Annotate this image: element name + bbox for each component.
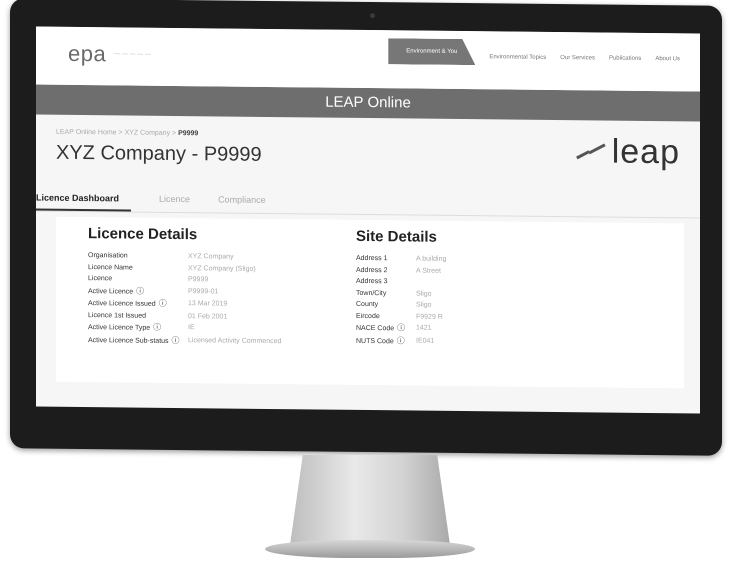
site-label: Address 2 [356, 266, 388, 274]
site-value: A building [416, 255, 447, 263]
site-value: A Street [416, 267, 441, 275]
site-value: F9929 R [416, 313, 443, 321]
site-label: NUTS Code ⓘ [356, 335, 405, 345]
site-value: Sligo [416, 290, 432, 298]
tab-licence[interactable]: Licence [159, 188, 190, 212]
monitor-stand [290, 455, 450, 545]
nav-publications[interactable]: Publications [609, 56, 641, 62]
site-details-section: Site Details Address 1 A building Address… [356, 228, 446, 348]
site-value: 1421 [416, 324, 432, 332]
breadcrumb-company[interactable]: XYZ Company [125, 129, 171, 136]
breadcrumb: LEAP Online Home > XYZ Company > P9999 [56, 128, 199, 138]
site-label: Town/City [356, 289, 387, 297]
site-label: NACE Code ⓘ [356, 323, 406, 333]
main-nav: Environment & You Environmental Topics O… [388, 48, 680, 67]
site-label: Address 3 [356, 277, 388, 286]
licence-value: P9999 [188, 276, 209, 284]
breadcrumb-current: P9999 [178, 130, 199, 138]
licence-details-heading: Licence Details [88, 225, 198, 244]
licence-value: IE [188, 324, 195, 332]
site-label: Eircode [356, 312, 380, 320]
licence-value: Licensed Activity Commenced [188, 336, 282, 345]
breadcrumb-home[interactable]: LEAP Online Home [56, 129, 117, 137]
licence-label: Active Licence Issued ⓘ [88, 298, 167, 308]
info-icon[interactable]: ⓘ [136, 286, 144, 295]
leap-bird-icon [574, 141, 608, 163]
monitor-frame: epa — — — — — Environment & You Environm… [10, 0, 722, 456]
info-icon[interactable]: ⓘ [159, 299, 167, 308]
epa-logo-text: epa [68, 40, 107, 67]
site-label: County [356, 300, 379, 309]
tab-licence-dashboard[interactable]: Licence Dashboard [36, 186, 132, 212]
epa-tagline: — — — — — [114, 51, 151, 58]
epa-logo[interactable]: epa — — — — — [68, 41, 151, 68]
leap-logo: leap [574, 132, 680, 172]
info-icon[interactable]: ⓘ [172, 335, 180, 344]
site-label: Address 1 [356, 254, 388, 263]
licence-value: 13 Mar 2019 [188, 300, 228, 308]
tab-compliance[interactable]: Compliance [218, 188, 266, 212]
nav-environmental-topics[interactable]: Environmental Topics [489, 54, 546, 61]
nav-environment-and-you[interactable]: Environment & You [388, 38, 475, 65]
licence-details-section: Licence Details Organisation XYZ Company … [88, 225, 281, 348]
licence-label: Active Licence Sub-status ⓘ [88, 335, 180, 345]
details-card: Licence Details Organisation XYZ Company … [56, 216, 684, 389]
site-value: Sligo [416, 301, 432, 309]
tab-bar: Licence Dashboard Licence Compliance [36, 186, 700, 219]
licence-value: XYZ Company [188, 253, 234, 261]
monitor-base [265, 540, 475, 558]
info-icon[interactable]: ⓘ [397, 323, 405, 332]
top-nav: epa — — — — — Environment & You Environm… [36, 26, 700, 92]
nav-our-services[interactable]: Our Services [560, 55, 595, 61]
licence-value: P9999-01 [188, 287, 219, 295]
screen: epa — — — — — Environment & You Environm… [36, 26, 700, 414]
licence-value: 01 Feb 2001 [188, 312, 228, 321]
site-value: IE041 [416, 337, 435, 345]
webcam [370, 13, 375, 19]
licence-label: Active Licence Type ⓘ [88, 322, 162, 332]
nav-about-us[interactable]: About Us [655, 56, 680, 62]
licence-value: XYZ Company (Sligo) [188, 264, 256, 273]
leap-logo-text: leap [611, 132, 680, 172]
info-icon[interactable]: ⓘ [153, 323, 161, 332]
site-details-heading: Site Details [356, 227, 437, 246]
page-title: XYZ Company - P9999 [56, 141, 262, 166]
info-icon[interactable]: ⓘ [397, 336, 405, 345]
licence-label: Active Licence ⓘ [88, 286, 145, 296]
